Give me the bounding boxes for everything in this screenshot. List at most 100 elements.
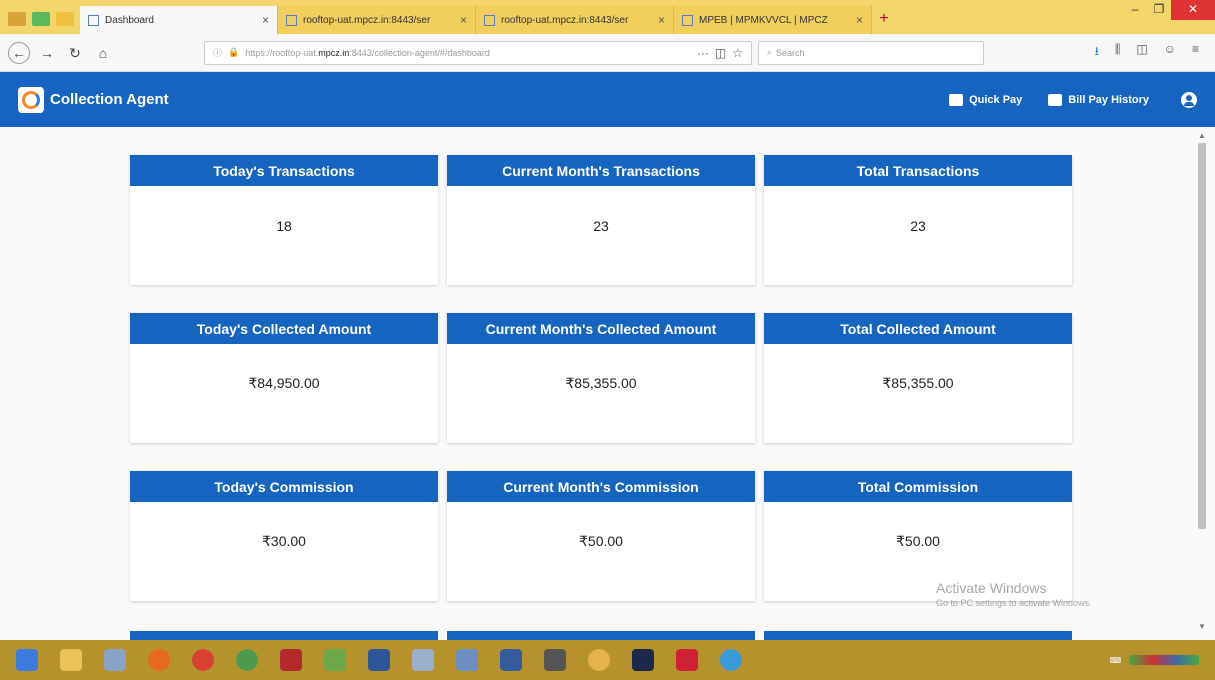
- taskbar-app-icon[interactable]: [98, 644, 132, 676]
- tab-title: rooftop-uat.mpcz.in:8443/ser: [501, 14, 629, 26]
- tab-title: Dashboard: [105, 14, 154, 26]
- sidebar-icon[interactable]: ◫: [1136, 42, 1147, 63]
- taskbar-app-icon[interactable]: [450, 644, 484, 676]
- card-header-partial: [130, 631, 438, 640]
- card-value: ₹30.00: [262, 533, 306, 549]
- stat-card-todays-transactions: Today's Transactions 18: [130, 155, 438, 285]
- account-icon[interactable]: ☺: [1164, 42, 1176, 63]
- card-value: 18: [276, 217, 292, 234]
- search-icon: ⌕: [767, 47, 773, 57]
- quick-pay-label: Quick Pay: [969, 93, 1023, 106]
- word-icon[interactable]: [362, 644, 396, 676]
- search-bar[interactable]: ⌕ Search: [758, 40, 984, 65]
- scrollbar-thumb[interactable]: [1198, 143, 1206, 529]
- close-tab-icon[interactable]: ×: [460, 13, 467, 27]
- card-title: Today's Collected Amount: [130, 313, 438, 344]
- page-scrollbar[interactable]: ▲ ▼: [1197, 131, 1207, 631]
- bookmark-star-icon[interactable]: ☆: [732, 46, 743, 60]
- browser-tab-dashboard[interactable]: Dashboard ×: [80, 6, 278, 34]
- minimize-icon[interactable]: –: [1123, 0, 1147, 20]
- tray-icons[interactable]: [1129, 655, 1199, 665]
- taskbar-app-icon[interactable]: [582, 644, 616, 676]
- browser-tab[interactable]: rooftop-uat.mpcz.in:8443/ser ×: [278, 6, 476, 34]
- firefox-icon[interactable]: [142, 644, 176, 676]
- quick-pay-button[interactable]: Quick Pay: [949, 93, 1023, 106]
- url-domain: mpcz.in: [318, 47, 350, 58]
- tab-favicon-icon: [286, 14, 297, 26]
- card-value: ₹85,355.00: [882, 375, 954, 391]
- taskbar-app-icon[interactable]: [406, 644, 440, 676]
- close-tab-icon[interactable]: ×: [856, 13, 863, 27]
- app-icon[interactable]: [32, 12, 50, 26]
- scroll-down-icon[interactable]: ▼: [1197, 622, 1207, 631]
- card-title: Current Month's Collected Amount: [447, 313, 755, 344]
- card-title: Current Month's Transactions: [447, 155, 755, 186]
- lock-icon[interactable]: 🔒: [228, 47, 239, 58]
- app-menu-icon[interactable]: [8, 12, 26, 26]
- home-icon[interactable]: ⌂: [92, 42, 114, 64]
- app-icon[interactable]: [56, 12, 74, 26]
- windows-taskbar: ⌨: [0, 640, 1215, 680]
- filezilla-icon[interactable]: [274, 644, 308, 676]
- reload-icon[interactable]: ↻: [64, 42, 86, 64]
- close-tab-icon[interactable]: ×: [658, 13, 665, 27]
- menu-icon[interactable]: ≡: [1192, 42, 1199, 63]
- chrome-icon[interactable]: [186, 644, 220, 676]
- keyboard-icon[interactable]: ⌨: [1109, 656, 1121, 665]
- start-button[interactable]: [10, 644, 44, 676]
- taskbar-app-icon[interactable]: [494, 644, 528, 676]
- bill-pay-history-button[interactable]: Bill Pay History: [1048, 93, 1149, 106]
- card-title: Total Transactions: [764, 155, 1072, 186]
- close-tab-icon[interactable]: ×: [262, 13, 269, 27]
- search-placeholder: Search: [776, 47, 805, 58]
- taskbar-app-icon[interactable]: [538, 644, 572, 676]
- info-icon[interactable]: ⓘ: [213, 46, 222, 59]
- user-account-icon[interactable]: [1181, 91, 1197, 108]
- taskbar-app-icon[interactable]: [318, 644, 352, 676]
- card-title: Today's Transactions: [130, 155, 438, 186]
- photoshop-icon[interactable]: [626, 644, 660, 676]
- taskbar-app-icon[interactable]: [670, 644, 704, 676]
- library-icon[interactable]: ⫼: [1115, 42, 1121, 63]
- card-title: Today's Commission: [130, 471, 438, 502]
- card-value: ₹50.00: [579, 533, 623, 549]
- taskbar-app-icon[interactable]: [230, 644, 264, 676]
- app-logo: [18, 86, 44, 113]
- window-controls: – ❐ ✕: [1123, 0, 1215, 34]
- url-bar[interactable]: ⓘ 🔒 https://rooftop-uat.mpcz.in:8443/col…: [204, 40, 752, 65]
- pocket-icon[interactable]: ◫: [715, 46, 726, 60]
- taskbar-app-icon[interactable]: [714, 644, 748, 676]
- stat-card-month-transactions: Current Month's Transactions 23: [447, 155, 755, 285]
- download-icon[interactable]: ⭳: [1095, 42, 1099, 63]
- stat-card-total-transactions: Total Transactions 23: [764, 155, 1072, 285]
- browser-tab-strip: Dashboard × rooftop-uat.mpcz.in:8443/ser…: [0, 0, 1215, 34]
- tab-title: rooftop-uat.mpcz.in:8443/ser: [303, 14, 431, 26]
- browser-navbar: ← → ↻ ⌂ ⓘ 🔒 https://rooftop-uat.mpcz.in:…: [0, 34, 1215, 72]
- stat-card-todays-collected: Today's Collected Amount ₹84,950.00: [130, 313, 438, 443]
- activate-windows-watermark: Activate Windows Go to PC settings to ac…: [936, 580, 1092, 608]
- header-actions: Quick Pay Bill Pay History: [949, 91, 1197, 108]
- new-tab-button[interactable]: +: [872, 10, 896, 34]
- card-title: Current Month's Commission: [447, 471, 755, 502]
- card-title: Total Collected Amount: [764, 313, 1072, 344]
- forward-icon[interactable]: →: [36, 42, 58, 64]
- tab-title: MPEB | MPMKVVCL | MPCZ: [699, 14, 828, 26]
- restore-icon[interactable]: ❐: [1147, 0, 1171, 20]
- card-header-partial: [764, 631, 1072, 640]
- browser-tab[interactable]: rooftop-uat.mpcz.in:8443/ser ×: [476, 6, 674, 34]
- next-row-cards-partial: [130, 631, 1072, 640]
- close-window-icon[interactable]: ✕: [1171, 0, 1215, 20]
- url-text[interactable]: https://rooftop-uat.mpcz.in:8443/collect…: [245, 48, 691, 58]
- stat-card-total-collected: Total Collected Amount ₹85,355.00: [764, 313, 1072, 443]
- file-explorer-icon[interactable]: [54, 644, 88, 676]
- back-icon[interactable]: ←: [8, 41, 30, 64]
- stat-card-month-commission: Current Month's Commission ₹50.00: [447, 471, 755, 601]
- page-actions-icon[interactable]: ···: [697, 46, 709, 60]
- browser-tab[interactable]: MPEB | MPMKVVCL | MPCZ ×: [674, 6, 872, 34]
- quick-pay-icon: [949, 93, 964, 106]
- history-icon: [1048, 93, 1063, 106]
- stat-card-month-collected: Current Month's Collected Amount ₹85,355…: [447, 313, 755, 443]
- card-value: 23: [593, 217, 609, 234]
- scroll-up-icon[interactable]: ▲: [1197, 131, 1207, 140]
- toolbar-icons: ⭳ ⫼ ◫ ☺ ≡: [1095, 42, 1207, 63]
